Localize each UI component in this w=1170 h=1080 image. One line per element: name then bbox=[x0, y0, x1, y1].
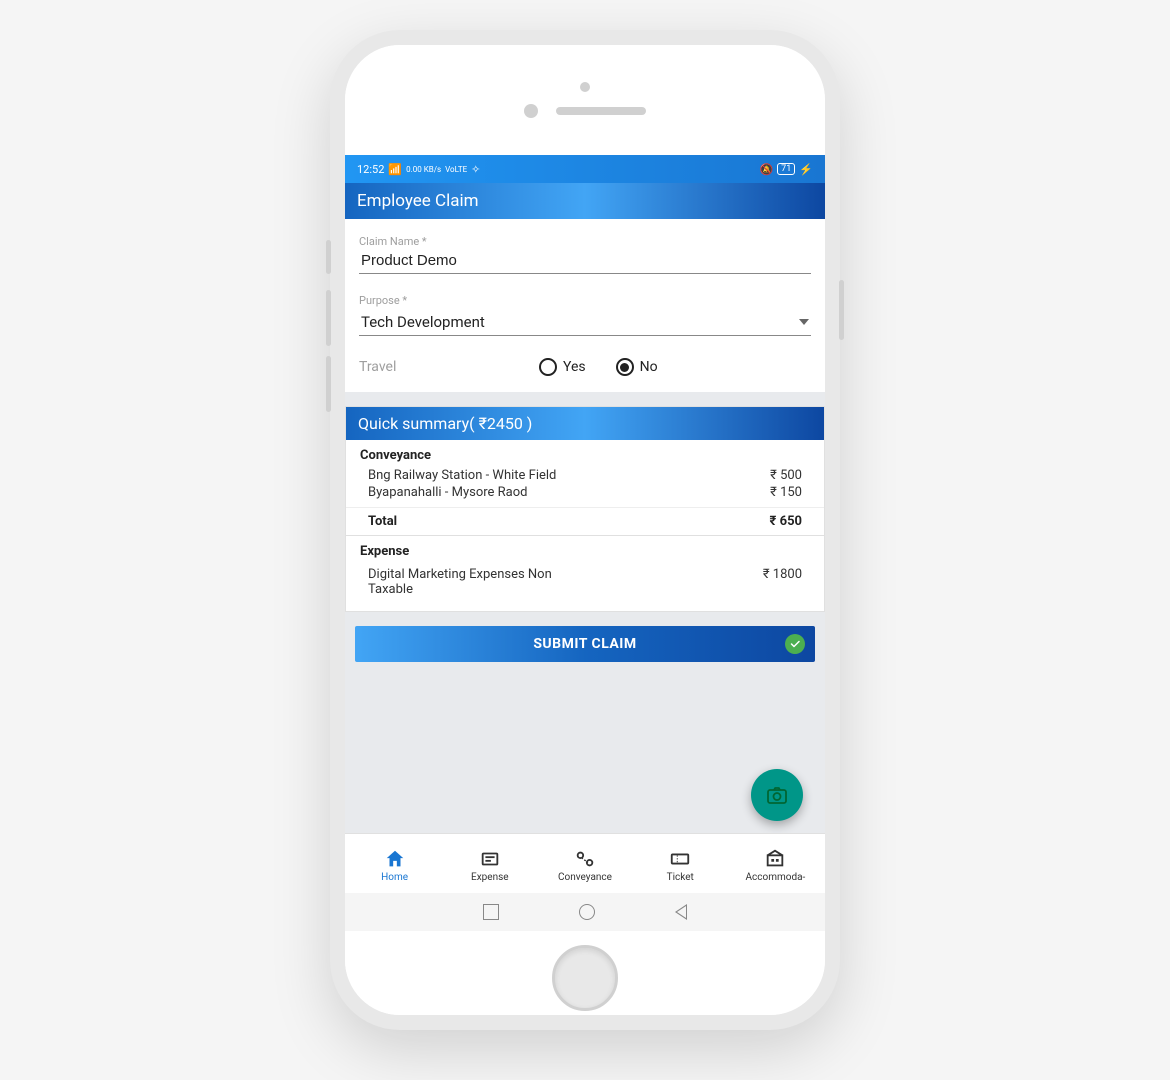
radio-selected-icon bbox=[616, 358, 634, 376]
home-button[interactable] bbox=[579, 904, 595, 920]
item-amount: ₹ 1800 bbox=[763, 567, 802, 597]
volume-up-button bbox=[326, 290, 331, 346]
submit-label: SUBMIT CLAIM bbox=[533, 636, 636, 652]
speaker-grill-icon bbox=[556, 107, 646, 115]
nav-expense[interactable]: Expense bbox=[442, 848, 537, 883]
phone-frame: 12:52 📶 0.00 KB/s VoLTE ✧ 🔕 71 ⚡ Employe… bbox=[330, 30, 840, 1030]
claim-name-input[interactable] bbox=[359, 248, 811, 274]
nav-label: Ticket bbox=[667, 872, 694, 883]
ticket-icon bbox=[669, 848, 691, 870]
status-bar: 12:52 📶 0.00 KB/s VoLTE ✧ 🔕 71 ⚡ bbox=[345, 155, 825, 183]
camera-icon bbox=[765, 783, 789, 807]
total-amount: ₹ 650 bbox=[770, 514, 802, 529]
no-label: No bbox=[640, 359, 658, 375]
item-desc: Bng Railway Station - White Field bbox=[368, 468, 556, 483]
physical-home-button[interactable] bbox=[552, 945, 618, 1011]
front-camera-icon bbox=[524, 104, 538, 118]
item-amount: ₹ 500 bbox=[770, 468, 802, 483]
recent-apps-button[interactable] bbox=[483, 904, 499, 920]
nav-label: Expense bbox=[471, 872, 509, 883]
nav-label: Conveyance bbox=[558, 872, 612, 883]
camera-fab[interactable] bbox=[751, 769, 803, 821]
location-icon: ✧ bbox=[471, 163, 480, 176]
purpose-select[interactable]: Tech Development bbox=[359, 309, 811, 336]
mute-icon: 🔕 bbox=[759, 163, 773, 176]
volte-label: VoLTE bbox=[445, 165, 467, 174]
item-amount: ₹ 150 bbox=[770, 485, 802, 500]
volume-down-button bbox=[326, 356, 331, 412]
yes-label: Yes bbox=[563, 359, 586, 375]
travel-yes-option[interactable]: Yes bbox=[539, 358, 586, 376]
nav-home[interactable]: Home bbox=[347, 848, 442, 883]
back-button[interactable] bbox=[675, 904, 687, 920]
android-nav-bar bbox=[345, 893, 825, 931]
purpose-value: Tech Development bbox=[361, 313, 799, 331]
check-icon bbox=[785, 634, 805, 654]
page-title: Employee Claim bbox=[357, 191, 479, 211]
travel-no-option[interactable]: No bbox=[616, 358, 658, 376]
side-button bbox=[326, 240, 331, 274]
expense-item: Digital Marketing Expenses Non Taxable ₹… bbox=[346, 563, 824, 611]
item-desc: Digital Marketing Expenses Non Taxable bbox=[368, 567, 588, 597]
claim-form: Claim Name * Purpose * Tech Development … bbox=[345, 219, 825, 392]
signal-icon: 📶 bbox=[388, 163, 402, 176]
submit-claim-button[interactable]: SUBMIT CLAIM bbox=[355, 626, 815, 662]
phone-top-bezel bbox=[345, 45, 825, 155]
battery-icon: 71 bbox=[777, 163, 795, 175]
conveyance-total-row: Total ₹ 650 bbox=[346, 507, 824, 535]
quick-summary-card: Quick summary( ₹2450 ) Conveyance Bng Ra… bbox=[345, 406, 825, 612]
purpose-label: Purpose * bbox=[359, 294, 811, 307]
item-desc: Byapanahalli - Mysore Raod bbox=[368, 485, 527, 500]
status-time: 12:52 bbox=[357, 163, 384, 176]
camera-dot-icon bbox=[580, 82, 590, 92]
nav-conveyance[interactable]: Conveyance bbox=[537, 848, 632, 883]
travel-label: Travel bbox=[359, 359, 509, 375]
nav-label: Home bbox=[381, 872, 408, 883]
conveyance-item: Bng Railway Station - White Field ₹ 500 bbox=[346, 467, 824, 484]
summary-header: Quick summary( ₹2450 ) bbox=[346, 407, 824, 440]
conveyance-icon bbox=[574, 848, 596, 870]
total-label: Total bbox=[368, 514, 397, 529]
claim-name-label: Claim Name * bbox=[359, 235, 811, 248]
conveyance-item: Byapanahalli - Mysore Raod ₹ 150 bbox=[346, 484, 824, 501]
chevron-down-icon bbox=[799, 319, 809, 325]
expense-icon bbox=[479, 848, 501, 870]
radio-icon bbox=[539, 358, 557, 376]
nav-accommodation[interactable]: Accommoda- bbox=[728, 848, 823, 883]
nav-ticket[interactable]: Ticket bbox=[633, 848, 728, 883]
conveyance-title: Conveyance bbox=[346, 440, 824, 467]
app-screen: 12:52 📶 0.00 KB/s VoLTE ✧ 🔕 71 ⚡ Employe… bbox=[345, 155, 825, 931]
power-button bbox=[839, 280, 844, 340]
charging-icon: ⚡ bbox=[799, 163, 813, 176]
page-title-bar: Employee Claim bbox=[345, 183, 825, 219]
net-speed: 0.00 KB/s bbox=[406, 165, 441, 174]
nav-label: Accommoda- bbox=[746, 872, 806, 883]
bottom-nav: Home Expense Conveyance Ticket Accommoda… bbox=[345, 833, 825, 893]
accommodation-icon bbox=[764, 848, 786, 870]
expense-title: Expense bbox=[346, 536, 824, 563]
phone-bottom-bezel bbox=[345, 931, 825, 1015]
home-icon bbox=[384, 848, 406, 870]
